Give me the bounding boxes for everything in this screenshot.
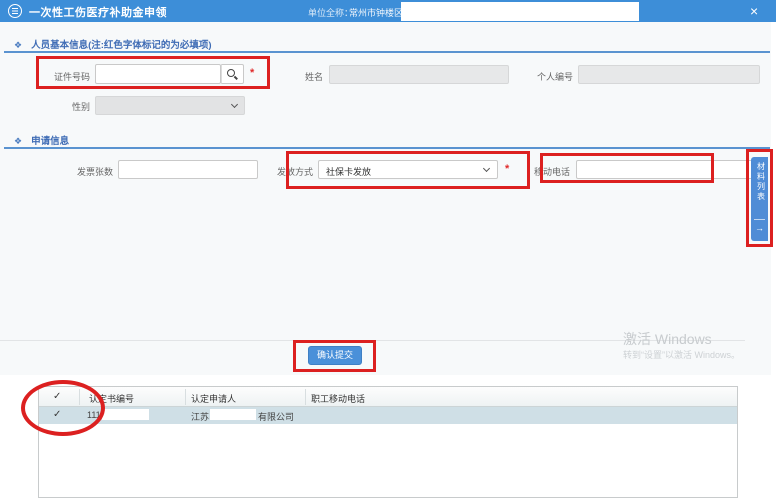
payment-method-label: 发放方式	[273, 165, 313, 178]
windows-activation-watermark: 激活 Windows	[623, 329, 712, 349]
id-required-mark: *	[250, 67, 254, 79]
payment-required-mark: *	[505, 163, 509, 175]
column-separator	[185, 389, 186, 405]
name-label: 姓名	[295, 70, 323, 83]
row-checkbox[interactable]: ✓	[53, 409, 61, 420]
determination-table: ✓ 认定书编号 认定申请人 职工移动电话 ✓ 111 江苏 有限公司	[38, 386, 738, 498]
column-header-number: 认定书编号	[89, 392, 134, 405]
column-header-applicant: 认定申请人	[191, 392, 236, 405]
column-separator	[305, 389, 306, 405]
unit-name-redaction	[401, 2, 639, 21]
invoice-count-label: 发票张数	[73, 165, 113, 178]
payment-method-value: 社保卡发放	[326, 165, 371, 178]
chevron-down-icon	[231, 101, 238, 108]
arrow-right-icon: →	[751, 223, 768, 233]
gender-select	[95, 96, 245, 115]
select-all-checkbox[interactable]: ✓	[53, 391, 61, 402]
windows-activation-hint: 转到“设置”以激活 Windows。	[623, 348, 740, 361]
id-search-button[interactable]	[221, 64, 244, 84]
personal-number-input	[578, 65, 760, 84]
diamond-icon: ❖	[14, 40, 22, 50]
table-header-row: ✓ 认定书编号 认定申请人 职工移动电话	[39, 387, 737, 407]
invoice-count-input[interactable]	[118, 160, 258, 179]
section-basic-info-title: ❖人员基本信息(注:红色字体标记的为必填项)	[14, 37, 212, 51]
row-applicant-prefix: 江苏	[191, 410, 209, 423]
name-input	[329, 65, 509, 84]
section-divider	[4, 51, 770, 53]
number-redaction	[102, 409, 149, 420]
tab-divider	[754, 219, 765, 220]
table-row[interactable]: ✓ 111 江苏 有限公司	[39, 407, 737, 424]
title-bar: 一次性工伤医疗补助金申领 单位全称： 常州市钟楼区 ×	[0, 0, 776, 22]
search-icon	[227, 69, 235, 77]
material-list-tab-label: 材料列表	[756, 162, 773, 202]
mobile-phone-input[interactable]	[576, 160, 755, 179]
column-separator	[79, 389, 80, 405]
id-number-label: 证件号码	[48, 70, 90, 83]
diamond-icon: ❖	[14, 136, 22, 146]
unit-name-value: 常州市钟楼区	[349, 6, 403, 19]
personal-number-label: 个人编号	[533, 70, 573, 83]
row-applicant-suffix: 有限公司	[258, 410, 294, 423]
section-divider	[4, 147, 770, 149]
mobile-phone-label: 移动电话	[534, 165, 570, 178]
section-apply-info-title: ❖申请信息	[14, 133, 69, 147]
id-number-input[interactable]	[95, 64, 221, 84]
row-number: 111	[87, 410, 101, 420]
close-icon[interactable]: ×	[750, 2, 758, 20]
chevron-down-icon	[483, 165, 490, 172]
document-circle-icon	[8, 4, 22, 18]
confirm-submit-button[interactable]: 确认提交	[308, 346, 362, 365]
payment-method-select[interactable]: 社保卡发放	[318, 160, 498, 179]
page-title: 一次性工伤医疗补助金申领	[29, 4, 167, 20]
gender-label: 性别	[62, 100, 90, 113]
material-list-tab[interactable]: 材料列表 →	[751, 157, 768, 241]
applicant-redaction	[210, 409, 256, 420]
unit-name-label: 单位全称：	[308, 6, 353, 19]
column-header-phone: 职工移动电话	[311, 392, 365, 405]
